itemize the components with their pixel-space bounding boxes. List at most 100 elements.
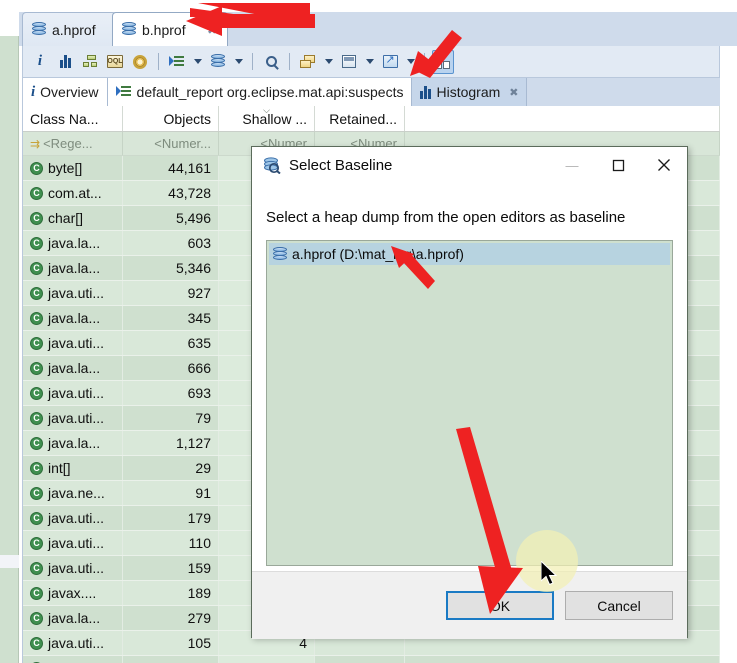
histogram-icon [59, 55, 71, 68]
run-expert-system-button[interactable] [166, 50, 188, 74]
list-item[interactable]: a.hprof (D:\mat_log\a.hprof) [269, 243, 670, 265]
cell-class-name: Cjava.uti... [23, 556, 123, 580]
dialog-title-bar[interactable]: Select Baseline — [252, 147, 687, 183]
close-icon[interactable]: ✖ [207, 24, 217, 36]
dialog-window-controls: — [549, 147, 687, 183]
baseline-list[interactable]: a.hprof (D:\mat_log\a.hprof) [266, 240, 673, 566]
heap-dump-icon [32, 22, 46, 37]
left-panel-lower [0, 568, 19, 663]
minimize-button[interactable]: — [549, 147, 595, 183]
filter-class-name[interactable]: ⇉ <Rege... [23, 132, 123, 155]
view-tab-overview[interactable]: i Overview [23, 78, 108, 106]
table-row[interactable]: Ccom.su...1284,096>= 38,584 [23, 656, 720, 663]
cell-text: java.uti... [48, 635, 105, 651]
view-tab-default-report[interactable]: default_report org.eclipse.mat.api:suspe… [107, 78, 413, 106]
acquire-heap-dump-button[interactable] [207, 50, 229, 74]
cell-text: char[] [48, 210, 84, 226]
ok-button[interactable]: OK [446, 591, 554, 620]
cell-class-name: Cjava.la... [23, 306, 123, 330]
run-report-icon [169, 55, 185, 69]
report-icon [115, 85, 132, 99]
settings-button[interactable] [129, 50, 151, 74]
class-icon: C [30, 311, 43, 325]
oql-button[interactable]: OQL [104, 50, 126, 74]
class-icon: C [30, 536, 43, 550]
cell-objects: 79 [123, 406, 219, 430]
group-by-button[interactable] [297, 50, 319, 74]
tab-bar-top-fill [19, 0, 737, 12]
cell-filler [405, 656, 720, 663]
column-header-class-name[interactable]: Class Na... [23, 106, 123, 131]
cell-text: java.la... [48, 260, 101, 276]
column-header-objects[interactable]: Objects [123, 106, 219, 131]
histogram-button[interactable] [54, 50, 76, 74]
column-header-label: Objects [163, 110, 211, 127]
acquire-heap-dump-dropdown[interactable] [232, 50, 245, 74]
class-icon: C [30, 211, 43, 225]
dominator-tree-button[interactable] [79, 50, 101, 74]
cell-class-name: Cjavax.... [23, 581, 123, 605]
cell-text: java.uti... [48, 410, 105, 426]
cell-objects: 5,496 [123, 206, 219, 230]
cell-text: java.la... [48, 235, 101, 251]
cell-class-name: Cbyte[] [23, 156, 123, 180]
filter-objects[interactable]: <Numer... [123, 132, 219, 155]
cell-class-name: Cjava.uti... [23, 281, 123, 305]
export-button[interactable] [379, 50, 401, 74]
cell-objects: 1,127 [123, 431, 219, 455]
cell-class-name: Cjava.uti... [23, 406, 123, 430]
column-header-filler [405, 106, 720, 131]
cell-text: java.la... [48, 310, 101, 326]
cell-class-name: Cjava.uti... [23, 631, 123, 655]
editor-toolbar: i OQL [22, 46, 720, 78]
cell-text: int[] [48, 460, 71, 476]
cell-text: java.uti... [48, 335, 105, 351]
class-icon: C [30, 161, 43, 175]
find-button[interactable] [260, 50, 282, 74]
cell-objects: 179 [123, 506, 219, 530]
cell-objects: 105 [123, 631, 219, 655]
column-header-retained-heap[interactable]: Retained... [315, 106, 405, 131]
overview-info-button[interactable]: i [29, 50, 51, 74]
cell-class-name: Cjava.la... [23, 231, 123, 255]
cell-objects: 189 [123, 581, 219, 605]
group-by-dropdown[interactable] [322, 50, 335, 74]
cell-objects: 345 [123, 306, 219, 330]
app-window: a.hprof b.hprof ✖ i OQL ↗ ⇦ i Overview d… [0, 0, 737, 663]
editor-tab-a-hprof[interactable]: a.hprof [22, 12, 116, 46]
view-tab-histogram[interactable]: Histogram ✖ [412, 78, 528, 106]
close-button[interactable] [641, 147, 687, 183]
export-dropdown[interactable] [404, 50, 417, 74]
cell-text: byte[] [48, 160, 83, 176]
search-icon [265, 56, 277, 67]
dialog-body: Select a heap dump from the open editors… [252, 183, 687, 639]
class-icon: C [30, 486, 43, 500]
class-icon: C [30, 336, 43, 350]
calculate-dropdown[interactable] [363, 50, 376, 74]
editor-tab-b-hprof[interactable]: b.hprof ✖ [112, 12, 228, 46]
cell-text: java.uti... [48, 510, 105, 526]
mouse-cursor [541, 561, 558, 586]
cell-retained-heap: >= 38,584 [315, 656, 405, 663]
cell-text: java.la... [48, 435, 101, 451]
close-icon[interactable]: ✖ [509, 86, 518, 99]
compare-to-baseline-button[interactable] [432, 49, 454, 74]
group-icon [300, 54, 316, 69]
dialog-title: Select Baseline [289, 156, 393, 174]
regex-filter-icon: ⇉ [30, 136, 41, 151]
heap-dump-icon [273, 246, 287, 262]
maximize-button[interactable] [595, 147, 641, 183]
export-icon [382, 53, 398, 68]
cancel-button[interactable]: Cancel [565, 591, 673, 620]
column-header-shallow-heap[interactable]: ⌵ Shallow ... [219, 106, 315, 131]
class-icon: C [30, 436, 43, 450]
toolbar-separator [252, 53, 253, 70]
calculate-button[interactable] [338, 50, 360, 74]
class-icon: C [30, 386, 43, 400]
run-expert-system-dropdown[interactable] [191, 50, 204, 74]
editor-tab-label: b.hprof [142, 21, 186, 38]
cell-objects: 666 [123, 356, 219, 380]
cell-objects: 29 [123, 456, 219, 480]
cell-class-name: Cjava.la... [23, 256, 123, 280]
class-icon: C [30, 461, 43, 475]
